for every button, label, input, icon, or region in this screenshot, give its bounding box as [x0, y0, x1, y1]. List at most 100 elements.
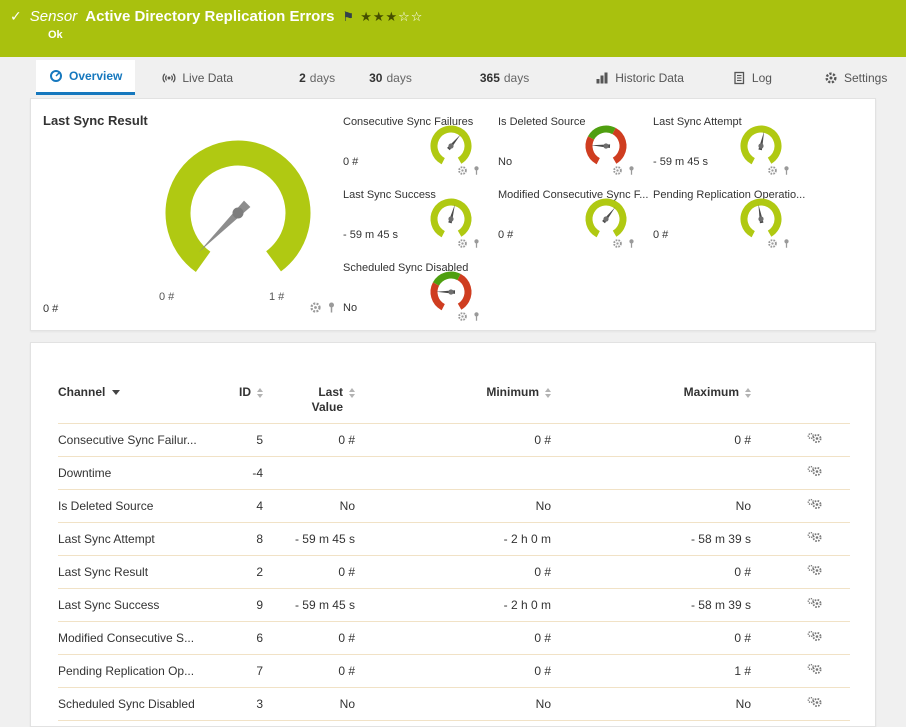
gauge-gear-icon[interactable]	[767, 165, 778, 176]
channel-settings-icon[interactable]	[807, 597, 823, 613]
cell-channel: Modified Consecutive S...	[58, 630, 195, 645]
sort-icon	[545, 388, 551, 398]
cell-channel: Last Sync Attempt	[58, 531, 155, 546]
gauge-gear-icon[interactable]	[767, 238, 778, 249]
gauge-pin-icon[interactable]	[626, 238, 637, 249]
gauge-title: Last Sync Result	[43, 113, 148, 128]
cell-minimum: No	[535, 498, 551, 513]
tab-day-number: 30	[369, 70, 383, 85]
cell-maximum: No	[735, 696, 751, 711]
cell-id: 6	[256, 630, 263, 645]
prtg-sensor-page: ✓ Sensor Active Directory Replication Er…	[0, 0, 906, 727]
cell-channel: Downtime	[58, 465, 112, 480]
table-row[interactable]: Scheduled Sync Disabled 3 No No No	[58, 687, 850, 720]
column-header-channel[interactable]: Channel	[58, 373, 223, 423]
cell-maximum: 1 #	[734, 663, 751, 678]
tab-settings[interactable]: Settings	[811, 60, 900, 95]
channels-table: Channel ID Last Value Minimum Maximum Co…	[58, 373, 850, 721]
cell-last-value: - 59 m 45 s	[294, 597, 355, 612]
column-header-maximum[interactable]: Maximum	[559, 373, 759, 423]
tab-30-days[interactable]: 30 days	[356, 60, 425, 95]
channel-settings-icon[interactable]	[807, 465, 823, 481]
channel-settings-icon[interactable]	[807, 630, 823, 646]
sort-desc-icon	[112, 390, 121, 395]
table-row[interactable]: Downtime -4	[58, 456, 850, 489]
gauge-pin-icon[interactable]	[471, 165, 482, 176]
channel-settings-icon[interactable]	[807, 498, 823, 514]
table-row[interactable]: Is Deleted Source 4 No No No	[58, 489, 850, 522]
cell-maximum: - 58 m 39 s	[690, 531, 751, 546]
page-title: Active Directory Replication Errors	[85, 8, 335, 25]
tab-live-data[interactable]: Live Data	[149, 60, 246, 95]
cell-minimum: 0 #	[534, 564, 551, 579]
tab-label: Overview	[69, 69, 123, 83]
gauge-title: Last Sync Attempt	[653, 116, 742, 128]
gauge-gear-icon[interactable]	[612, 238, 623, 249]
gauge-pin-icon[interactable]	[781, 165, 792, 176]
cell-channel: Last Sync Result	[58, 564, 149, 579]
primary-gauge-cell: Last Sync Result 0 # 1 # 0 #	[31, 99, 334, 330]
table-row[interactable]: Last Sync Result 2 0 # 0 # 0 #	[58, 555, 850, 588]
primary-gauge-chart	[165, 140, 311, 286]
gauge-gear-icon[interactable]	[612, 165, 623, 176]
cell-id: -4	[252, 465, 263, 480]
tab-log[interactable]: Log	[719, 60, 785, 95]
gauge-gear-icon[interactable]	[309, 301, 322, 314]
gauge-pin-icon[interactable]	[471, 311, 482, 322]
gauge-gear-icon[interactable]	[457, 311, 468, 322]
tab-label: days	[503, 70, 530, 85]
table-row[interactable]: Modified Consecutive S... 6 0 # 0 # 0 #	[58, 621, 850, 654]
tab-2-days[interactable]: 2 days	[286, 60, 348, 95]
tab-overview[interactable]: Overview	[36, 60, 136, 95]
column-header-last-value[interactable]: Last Value	[271, 373, 363, 423]
cell-minimum: 0 #	[534, 663, 551, 678]
gauge-pin-icon[interactable]	[471, 238, 482, 249]
cell-channel: Scheduled Sync Disabled	[58, 696, 195, 711]
channel-settings-icon[interactable]	[807, 531, 823, 547]
cell-maximum: 0 #	[734, 630, 751, 645]
column-header-id[interactable]: ID	[223, 373, 271, 423]
priority-stars[interactable]: ★★★☆☆	[360, 9, 423, 25]
gauge-cell-pending-replication-operations: Pending Replication Operatio... 0 #	[643, 180, 805, 253]
cell-channel: Pending Replication Op...	[58, 663, 195, 678]
tab-historic-data[interactable]: Historic Data	[582, 60, 697, 95]
table-row[interactable]: Last Sync Attempt 8 - 59 m 45 s - 2 h 0 …	[58, 522, 850, 555]
gauge-pin-icon[interactable]	[626, 165, 637, 176]
cell-last-value	[271, 456, 363, 489]
sort-icon	[745, 388, 751, 398]
channel-settings-icon[interactable]	[807, 432, 823, 448]
tab-label: days	[309, 70, 336, 85]
gauge-chart	[430, 271, 472, 313]
gauge-gear-icon[interactable]	[457, 238, 468, 249]
gauge-cell-last-sync-attempt: Last Sync Attempt - 59 m 45 s	[643, 107, 798, 180]
cell-last-value: 0 #	[338, 630, 355, 645]
gauge-value: 0 #	[343, 156, 359, 168]
channel-settings-icon[interactable]	[807, 564, 823, 580]
gauge-gear-icon[interactable]	[457, 165, 468, 176]
sensor-header: ✓ Sensor Active Directory Replication Er…	[0, 0, 906, 57]
gauge-cell-consecutive-sync-failures: Consecutive Sync Failures 0 #	[333, 107, 488, 180]
cell-id: 7	[256, 663, 263, 678]
gauge-value: 0 #	[498, 229, 514, 241]
channels-table-panel: Channel ID Last Value Minimum Maximum Co…	[30, 342, 876, 727]
channel-settings-icon[interactable]	[807, 663, 823, 679]
cell-last-value: - 59 m 45 s	[294, 531, 355, 546]
tab-label: Log	[751, 70, 772, 85]
gauge-pin-icon[interactable]	[781, 238, 792, 249]
table-header-row: Channel ID Last Value Minimum Maximum	[58, 373, 850, 423]
object-kind-label: Sensor	[29, 8, 78, 25]
priority-flag-icon[interactable]: ⚑	[343, 9, 355, 25]
tab-365-days[interactable]: 365 days	[467, 60, 542, 95]
table-row[interactable]: Consecutive Sync Failur... 5 0 # 0 # 0 #	[58, 423, 850, 456]
gauge-value: 0 #	[43, 303, 59, 315]
table-row[interactable]: Last Sync Success 9 - 59 m 45 s - 2 h 0 …	[58, 588, 850, 621]
gauge-value: - 59 m 45 s	[343, 229, 399, 241]
gauge-chart	[585, 198, 627, 240]
channel-settings-icon[interactable]	[807, 696, 823, 712]
table-row[interactable]: Pending Replication Op... 7 0 # 0 # 1 #	[58, 654, 850, 687]
column-header-minimum[interactable]: Minimum	[363, 373, 559, 423]
cell-id: 9	[256, 597, 263, 612]
cell-last-value: 0 #	[338, 564, 355, 579]
cell-minimum: - 2 h 0 m	[503, 597, 551, 612]
sensor-status-badge: Ok	[48, 29, 63, 41]
